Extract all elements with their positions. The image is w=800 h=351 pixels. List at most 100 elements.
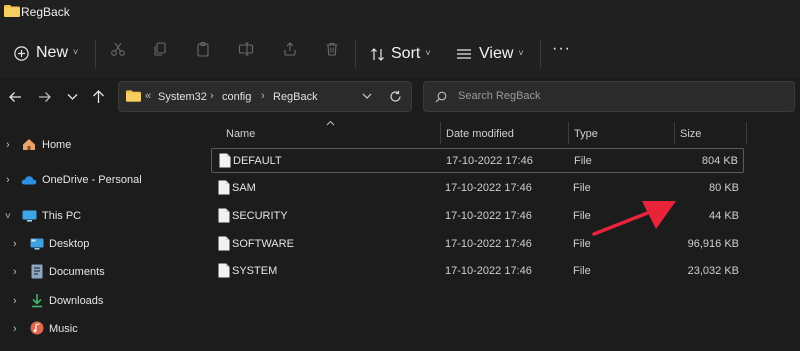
file-row[interactable]: DEFAULT 17-10-2022 17:46 File 804 KB	[211, 148, 744, 173]
sort-label: Sort	[391, 45, 421, 62]
refresh-icon[interactable]	[389, 90, 402, 103]
file-type: File	[574, 155, 592, 167]
chevron-right-icon[interactable]: ›	[13, 238, 17, 250]
cloud-icon	[21, 176, 37, 185]
new-label: New	[36, 44, 69, 61]
file-type: File	[573, 238, 591, 250]
overflow-chevron-icon[interactable]: «	[145, 90, 151, 102]
music-icon	[30, 321, 44, 335]
file-icon	[218, 263, 230, 278]
nav-item-documents[interactable]: › Documents	[0, 259, 200, 285]
file-date: 17-10-2022 17:46	[445, 238, 532, 250]
chevron-right-icon[interactable]: ›	[13, 266, 17, 278]
nav-label: Home	[42, 139, 72, 151]
desktop-icon	[30, 238, 44, 250]
forward-arrow-icon[interactable]	[38, 90, 52, 104]
nav-item-downloads[interactable]: › Downloads	[0, 288, 200, 314]
folder-icon	[4, 5, 20, 17]
file-size: 96,916 KB	[687, 238, 739, 250]
column-header-name[interactable]: Name	[226, 128, 255, 140]
up-arrow-icon[interactable]	[92, 89, 105, 104]
address-bar[interactable]: « System32 › config › RegBack	[118, 81, 412, 112]
view-icon	[457, 49, 471, 59]
window-title: RegBack	[21, 5, 70, 19]
file-size: 23,032 KB	[687, 265, 739, 277]
nav-label: Downloads	[49, 295, 104, 307]
chevron-down-icon: ˅	[518, 48, 524, 58]
sort-icon	[371, 47, 384, 61]
column-divider[interactable]	[440, 122, 441, 144]
file-icon	[218, 180, 230, 195]
file-size: 80 KB	[709, 182, 739, 194]
recent-locations-chevron-icon[interactable]	[67, 93, 78, 101]
nav-item-home[interactable]: › Home	[0, 132, 200, 158]
nav-label: This PC	[42, 210, 82, 222]
red-arrow-annotation-icon	[592, 201, 676, 236]
new-button[interactable]: New ˅	[14, 42, 78, 64]
breadcrumb-separator: ›	[261, 90, 265, 102]
documents-icon	[31, 264, 43, 279]
nav-item-desktop[interactable]: › Desktop	[0, 231, 200, 257]
file-date: 17-10-2022 17:46	[445, 210, 532, 222]
file-name: SYSTEM	[232, 265, 278, 277]
file-icon	[219, 153, 231, 168]
file-date: 17-10-2022 17:46	[445, 182, 532, 194]
file-type: File	[573, 210, 591, 222]
file-type: File	[573, 182, 591, 194]
chevron-right-icon[interactable]: ›	[13, 323, 17, 335]
download-icon	[32, 294, 42, 308]
chevron-down-icon: ˅	[73, 47, 79, 57]
paste-icon[interactable]	[195, 41, 211, 57]
file-row[interactable]: SYSTEM 17-10-2022 17:46 File 23,032 KB	[211, 259, 744, 284]
file-size: 44 KB	[709, 210, 739, 222]
more-options-button[interactable]: ···	[552, 40, 571, 58]
nav-item-onedrive[interactable]: › OneDrive - Personal	[0, 167, 200, 193]
column-header-type[interactable]: Type	[574, 128, 598, 140]
nav-label: Desktop	[49, 238, 90, 250]
copy-icon[interactable]	[152, 41, 168, 57]
nav-item-this-pc[interactable]: ˅ This PC	[0, 203, 200, 229]
chevron-down-icon[interactable]: ˅	[5, 211, 11, 222]
back-arrow-icon[interactable]	[8, 90, 22, 104]
nav-label: OneDrive - Personal	[42, 174, 142, 186]
breadcrumb-separator: ›	[210, 90, 214, 102]
navigation-pane: › Home › OneDrive - Personal ˅ This PC ›…	[0, 120, 200, 351]
sort-button[interactable]: Sort ˅	[370, 43, 431, 65]
column-header-date-modified[interactable]: Date modified	[446, 128, 514, 140]
address-dropdown-chevron-icon[interactable]	[362, 93, 372, 100]
file-name: SAM	[232, 182, 256, 194]
share-icon[interactable]	[282, 41, 298, 57]
file-name: DEFAULT	[233, 155, 282, 167]
title-bar	[0, 0, 800, 28]
nav-label: Music	[49, 323, 78, 335]
delete-icon[interactable]	[324, 41, 340, 57]
column-header-size[interactable]: Size	[680, 128, 701, 140]
folder-icon	[126, 90, 141, 102]
file-icon	[218, 236, 230, 251]
breadcrumb-system32[interactable]: System32	[158, 91, 207, 103]
plus-circle-icon	[14, 45, 29, 61]
column-divider[interactable]	[674, 122, 675, 144]
file-date: 17-10-2022 17:46	[445, 265, 532, 277]
cut-icon[interactable]	[110, 41, 126, 57]
breadcrumb-regback[interactable]: RegBack	[273, 91, 318, 103]
column-divider[interactable]	[568, 122, 569, 144]
file-size: 804 KB	[701, 155, 738, 167]
view-button[interactable]: View ˅	[456, 43, 524, 65]
search-input[interactable]: Search RegBack	[458, 90, 541, 102]
search-box[interactable]: Search RegBack	[423, 81, 795, 112]
file-icon	[218, 208, 230, 223]
breadcrumb-config[interactable]: config	[222, 91, 251, 103]
chevron-right-icon[interactable]: ›	[13, 295, 17, 307]
nav-item-music[interactable]: › Music	[0, 316, 200, 342]
file-name: SOFTWARE	[232, 238, 294, 250]
chevron-down-icon: ˅	[425, 48, 431, 58]
nav-label: Documents	[49, 266, 105, 278]
file-name: SECURITY	[232, 210, 288, 222]
rename-icon[interactable]	[238, 41, 254, 57]
chevron-right-icon[interactable]: ›	[6, 139, 10, 151]
view-label: View	[479, 45, 514, 62]
column-divider[interactable]	[746, 122, 747, 144]
search-icon	[435, 91, 447, 103]
chevron-right-icon[interactable]: ›	[6, 174, 10, 186]
